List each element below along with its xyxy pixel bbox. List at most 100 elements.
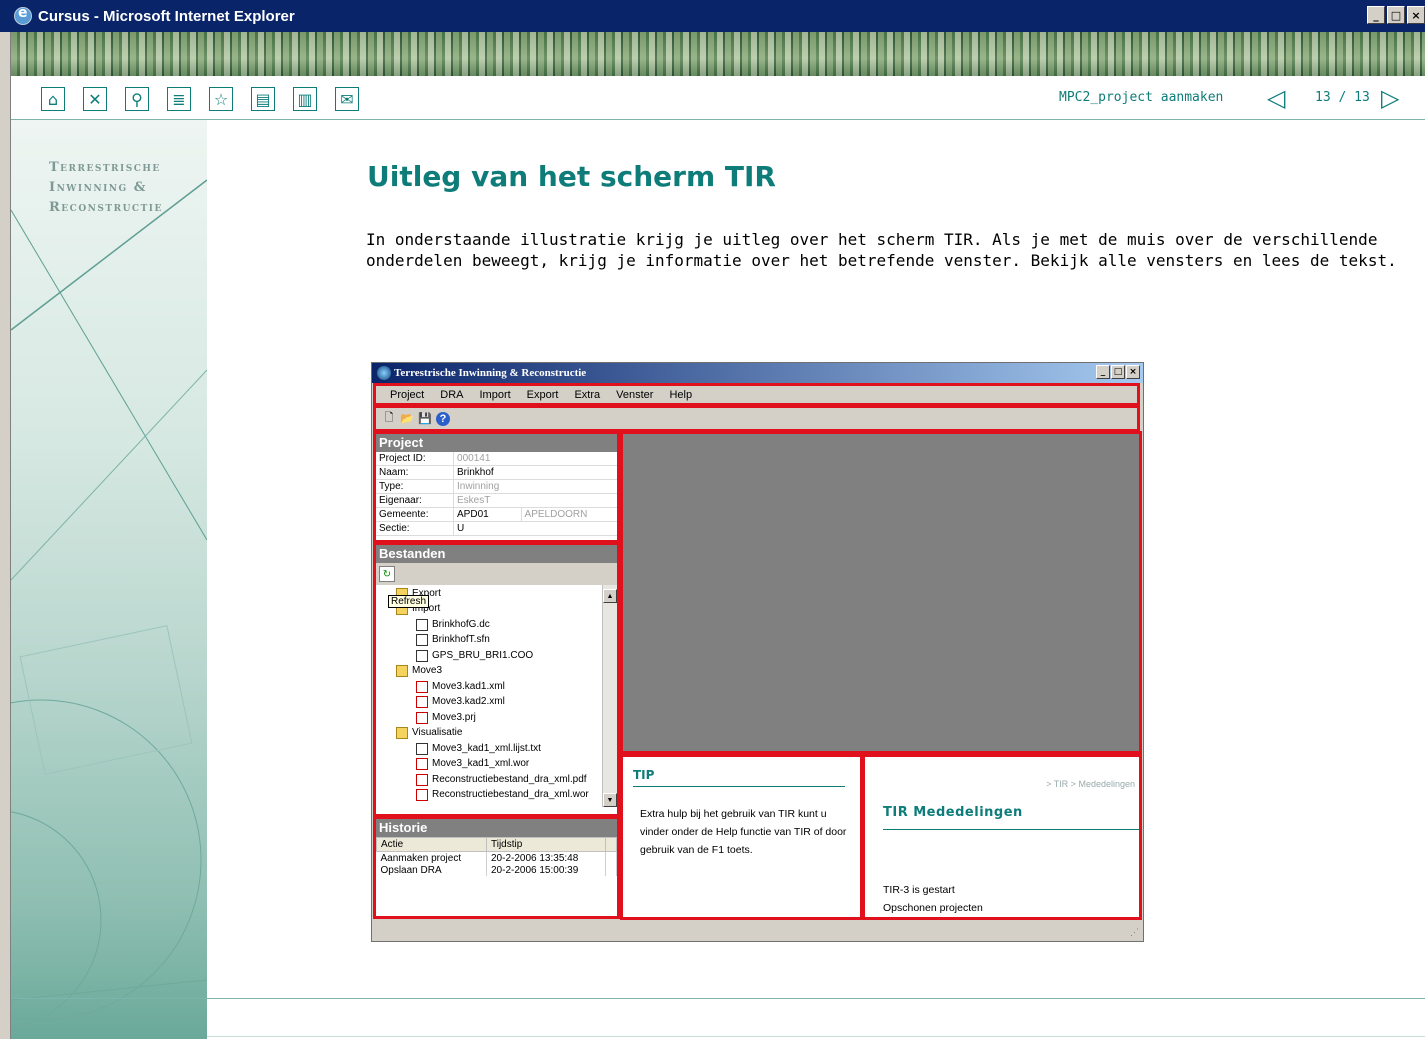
- mededelingen-title: TIR Mededelingen: [883, 805, 1023, 820]
- history-empty: [605, 851, 617, 864]
- project-value: 000141: [453, 452, 522, 466]
- app-toolbar-hotspot[interactable]: 🗋 📂 💾 ?: [373, 405, 1140, 432]
- maximize-button[interactable]: □: [1387, 6, 1405, 24]
- page-title: Uitleg van het scherm TIR: [367, 160, 776, 193]
- project-extra: [521, 452, 617, 466]
- tree-item-label: Move3_kad1_xml.wor: [432, 758, 530, 769]
- tree-item-label: BrinkhofT.sfn: [432, 634, 490, 645]
- search-icon[interactable]: ⚲: [125, 87, 149, 111]
- tip-text: Extra hulp bij het gebruik van TIR kunt …: [640, 808, 847, 856]
- tree-item-label: Move3.prj: [432, 712, 476, 723]
- mededelingen-panel-hotspot[interactable]: > TIR > Mededelingen TIR Mededelingen TI…: [862, 754, 1142, 920]
- ie-logo-icon: [14, 5, 32, 25]
- page-icon[interactable]: ▤: [251, 87, 275, 111]
- history-action: Opslaan DRA: [376, 864, 487, 876]
- main-viewer-hotspot[interactable]: [620, 431, 1142, 754]
- brand-line: Terrestrische: [49, 160, 161, 175]
- folder-icon: [396, 664, 408, 677]
- brand-line: Reconstructie: [49, 200, 163, 215]
- history-time: 20-2-2006 15:00:39: [486, 864, 606, 876]
- file-icon: [416, 788, 428, 801]
- project-row: Project ID: 000141: [376, 452, 617, 466]
- mail-icon[interactable]: ✉: [335, 87, 359, 111]
- close-icon[interactable]: ✕: [83, 87, 107, 111]
- project-extra: APELDOORN: [520, 507, 617, 522]
- project-row: Gemeente: APD01 APELDOORN: [376, 507, 617, 522]
- minimize-button[interactable]: _: [1367, 6, 1385, 24]
- prev-page-icon[interactable]: ◁: [1267, 86, 1285, 110]
- file-icon: [416, 649, 428, 662]
- bestanden-panel-hotspot[interactable]: Bestanden ↻ Export Import BrinkhofG.dc B…: [373, 542, 620, 817]
- tree-item-label: GPS_BRU_BRI1.COO: [432, 650, 534, 661]
- book-icon[interactable]: ▥: [293, 87, 317, 111]
- file-tree: Export Import BrinkhofG.dc BrinkhofT.sfn…: [376, 585, 617, 807]
- tree-item: Reconstructiebestand_dra_xml.wor: [416, 787, 589, 802]
- sidebar-decoration: Terrestrische Inwinning & Reconstructie: [11, 120, 207, 1039]
- mededelingen-divider: [883, 829, 1139, 830]
- project-extra: [521, 479, 617, 494]
- project-label: Sectie:: [376, 521, 454, 536]
- app-globe-icon: [377, 366, 391, 380]
- project-panel-heading: Project: [376, 434, 617, 452]
- app-statusbar: ⋰: [372, 920, 1143, 941]
- file-icon: [416, 695, 428, 708]
- tree-item: Move3.kad1.xml: [416, 679, 505, 694]
- footer-divider: [11, 998, 1425, 999]
- historie-panel-hotspot[interactable]: Historie Actie Tijdstip Aanmaken project…: [373, 816, 620, 919]
- tree-item: Reconstructiebestand_dra_xml.pdf: [416, 772, 587, 787]
- app-title: Terrestrische Inwinning & Reconstructie: [394, 367, 587, 379]
- historie-panel-heading: Historie: [376, 819, 617, 837]
- menu-item-extra: Extra: [574, 388, 601, 401]
- history-action: Aanmaken project: [376, 851, 487, 864]
- close-window-button[interactable]: ×: [1407, 6, 1425, 24]
- refresh-tooltip: Refresh: [388, 595, 430, 608]
- tip-panel-hotspot[interactable]: TIP Extra hulp bij het gebruik van TIR k…: [620, 754, 863, 920]
- file-icon: [416, 633, 428, 646]
- home-icon[interactable]: ⌂: [41, 87, 65, 111]
- project-value: Inwinning: [453, 479, 522, 494]
- bestanden-toolbar: ↻: [376, 563, 617, 585]
- file-icon: [416, 773, 428, 786]
- mededelingen-breadcrumb: > TIR > Mededelingen: [1046, 779, 1135, 789]
- history-row: Opslaan DRA 20-2-2006 15:00:39: [376, 864, 617, 876]
- tree-item: Move3.prj: [416, 710, 476, 725]
- window-frame-left: [0, 32, 11, 1039]
- tree-item: BrinkhofG.dc: [416, 617, 490, 632]
- menu-item-help: Help: [669, 388, 693, 401]
- file-icon: [416, 680, 428, 693]
- contents-icon[interactable]: ≣: [167, 87, 191, 111]
- tree-item: Visualisatie: [396, 725, 462, 740]
- tree-item-label: Reconstructiebestand_dra_xml.wor: [432, 789, 589, 800]
- window-title: Cursus - Microsoft Internet Explorer: [38, 7, 295, 25]
- app-menubar-hotspot[interactable]: Project DRA Import Export Extra Venster …: [373, 383, 1140, 406]
- tree-item-label: Reconstructiebestand_dra_xml.pdf: [432, 774, 587, 785]
- scroll-up-icon: ▲: [603, 589, 617, 603]
- project-label: Project ID:: [376, 452, 454, 466]
- header-banner-image: [11, 32, 1425, 76]
- menu-item-import: Import: [479, 388, 511, 401]
- tree-item: BrinkhofT.sfn: [416, 632, 490, 647]
- favorite-icon[interactable]: ☆: [209, 87, 233, 111]
- tree-item-label: Visualisatie: [412, 727, 463, 738]
- tree-item: Move3_kad1_xml.lijst.txt: [416, 741, 541, 756]
- tree-item: Move3: [396, 663, 442, 678]
- sidebar-map-lines: [11, 179, 207, 1029]
- menu-item-dra: DRA: [440, 388, 464, 401]
- history-row: Aanmaken project 20-2-2006 13:35:48: [376, 851, 617, 864]
- tir-app-illustration: Terrestrische Inwinning & Reconstructie …: [371, 362, 1144, 942]
- open-icon: 📂: [400, 413, 414, 425]
- bestanden-panel-heading: Bestanden: [376, 545, 617, 563]
- file-icon: [416, 742, 428, 755]
- scroll-down-icon: ▼: [603, 793, 617, 807]
- file-icon: [416, 757, 428, 770]
- app-minimize-button: _: [1096, 365, 1110, 379]
- project-row: Sectie: U: [376, 521, 617, 536]
- footer-divider-bottom: [207, 1036, 1425, 1037]
- next-page-icon[interactable]: ▷: [1381, 86, 1399, 110]
- project-row: Naam: Brinkhof: [376, 465, 617, 480]
- menu-item-project: Project: [390, 388, 425, 401]
- course-navbar: ⌂ ✕ ⚲ ≣ ☆ ▤ ▥ ✉ MPC2_project aanmaken ◁ …: [11, 76, 1425, 120]
- project-value: EskesT: [453, 493, 522, 508]
- project-panel-hotspot[interactable]: Project Project ID: 000141 Naam: Brinkho…: [373, 431, 620, 543]
- save-icon: 💾: [418, 413, 432, 425]
